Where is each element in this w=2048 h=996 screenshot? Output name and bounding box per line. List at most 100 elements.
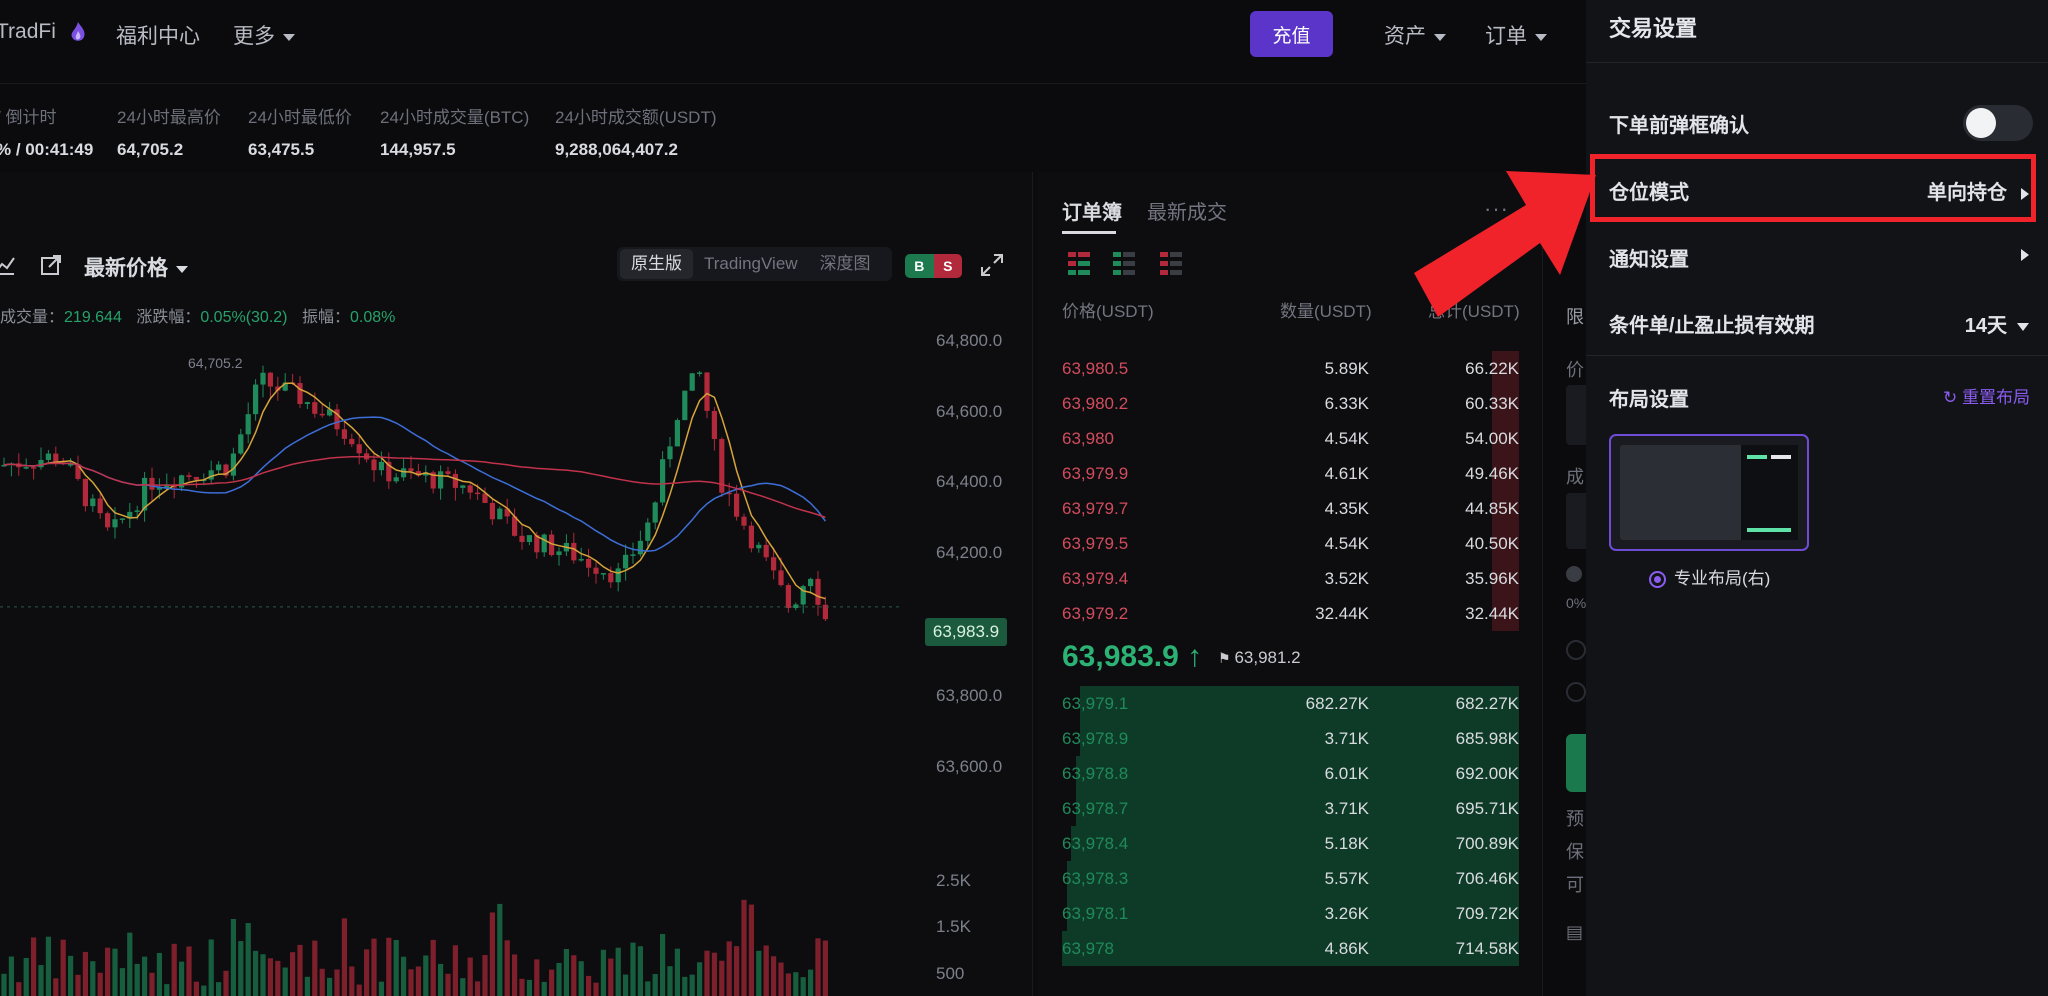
calculator-icon[interactable]: ▤ xyxy=(1566,922,1583,943)
orderbook-bids-view-icon[interactable] xyxy=(1113,252,1135,276)
tab-orderbook[interactable]: 订单簿 xyxy=(1062,196,1122,225)
layout-preview-line xyxy=(1747,455,1767,459)
layout-settings-label: 布局设置 xyxy=(1609,389,1689,411)
nav-assets[interactable]: 资产 xyxy=(1384,20,1446,50)
deposit-button[interactable]: 充值 xyxy=(1250,11,1333,57)
bid-row[interactable]: 63,978 4.86K 714.58K xyxy=(1062,931,1519,966)
ask-row[interactable]: 63,980.5 5.89K 66.22K xyxy=(1062,351,1519,386)
volume-bar xyxy=(726,941,732,996)
mid-price[interactable]: 63,983.9 ↑ xyxy=(1062,640,1202,674)
volume-bar xyxy=(704,950,710,996)
divider xyxy=(1586,62,2048,63)
volume-bar xyxy=(815,938,821,996)
slider-handle[interactable] xyxy=(1566,566,1582,582)
row-price: 63,979.5 xyxy=(1062,534,1129,553)
stat-label: / 倒计时 xyxy=(0,108,57,127)
order-validity-row[interactable]: 条件单/止盈止损有效期 14天 xyxy=(1609,309,2029,338)
nav-assets-label: 资产 xyxy=(1384,25,1426,48)
candle-body xyxy=(645,522,651,541)
slider-percent: 0% xyxy=(1566,595,1587,611)
candle-body xyxy=(748,525,754,549)
candle-body xyxy=(31,467,37,469)
bid-row[interactable]: 63,978.3 5.57K 706.46K xyxy=(1062,861,1519,896)
bid-row[interactable]: 63,978.7 3.71K 695.71K xyxy=(1062,791,1519,826)
candle-body xyxy=(600,573,606,575)
ask-row[interactable]: 63,979.5 4.54K 40.50K xyxy=(1062,526,1519,561)
volume-bar xyxy=(112,948,118,996)
candle-body xyxy=(312,402,318,414)
bid-row[interactable]: 63,979.1 682.27K 682.27K xyxy=(1062,686,1519,721)
row-quantity: 6.01K xyxy=(1324,764,1369,783)
volume-bar xyxy=(327,977,333,996)
candle-body xyxy=(608,573,614,583)
ask-row[interactable]: 63,979.9 4.61K 49.46K xyxy=(1062,456,1519,491)
volume-bar xyxy=(53,978,59,996)
nav-orders[interactable]: 订单 xyxy=(1485,20,1547,50)
bid-row[interactable]: 63,978.8 6.01K 692.00K xyxy=(1062,756,1519,791)
ask-row[interactable]: 63,979.7 4.35K 44.85K xyxy=(1062,491,1519,526)
candlestick-chart[interactable] xyxy=(0,330,900,996)
flame-icon xyxy=(71,22,85,42)
bid-row[interactable]: 63,978.4 5.18K 700.89K xyxy=(1062,826,1519,861)
mark-price: ⚑ 63,981.2 xyxy=(1218,648,1301,668)
candle-body xyxy=(97,498,103,514)
volume-tick: 1.5K xyxy=(936,917,971,936)
y-tick: 64,600.0 xyxy=(936,402,1003,421)
candle-body xyxy=(571,542,577,561)
view-native[interactable]: 原生版 xyxy=(620,249,693,279)
candle-body xyxy=(45,453,51,460)
ask-row[interactable]: 63,980 4.54K 54.00K xyxy=(1062,421,1519,456)
radio-selected-icon[interactable] xyxy=(1649,571,1666,589)
volume-bar xyxy=(97,972,103,996)
external-link-icon[interactable] xyxy=(40,254,62,276)
stat-24h-volume-btc: 24小时成交量(BTC) 144,957.5 xyxy=(380,103,529,160)
buy-sell-marker-toggle[interactable]: B S xyxy=(905,254,962,278)
layout-option-pro-right[interactable]: 专业布局(右) xyxy=(1649,564,1770,589)
checkbox-1[interactable] xyxy=(1566,640,1586,660)
orderbook-asks-view-icon[interactable] xyxy=(1160,252,1182,276)
price-input-edge[interactable] xyxy=(1566,385,1586,445)
ask-row[interactable]: 63,980.2 6.33K 60.33K xyxy=(1062,386,1519,421)
price-type-dropdown[interactable]: 最新价格 xyxy=(84,252,188,282)
nav-more[interactable]: 更多 xyxy=(233,20,295,50)
y-tick: 64,800.0 xyxy=(936,331,1003,350)
orderbook-both-view-icon[interactable] xyxy=(1068,252,1090,276)
row-total: 32.44K xyxy=(1465,604,1519,623)
bid-row[interactable]: 63,978.1 3.26K 709.72K xyxy=(1062,896,1519,931)
qty-input-edge[interactable] xyxy=(1566,493,1586,549)
reset-layout-link[interactable]: ↻ 重置布局 xyxy=(1943,383,2030,408)
row-price: 63,978.3 xyxy=(1062,869,1129,888)
ask-row[interactable]: 63,979.2 32.44K 32.44K xyxy=(1062,596,1519,631)
candle-body xyxy=(193,476,199,480)
fullscreen-icon[interactable] xyxy=(980,253,1004,277)
view-depth[interactable]: 深度图 xyxy=(809,249,882,279)
ask-row[interactable]: 63,979.4 3.52K 35.96K xyxy=(1062,561,1519,596)
candle-body xyxy=(674,420,680,447)
buy-button-edge[interactable] xyxy=(1566,734,1586,792)
volume-bar xyxy=(674,948,680,996)
estimate-label: 预 xyxy=(1566,809,1584,829)
candle-body xyxy=(23,467,29,469)
candle-body xyxy=(697,372,703,374)
row-quantity: 5.57K xyxy=(1324,869,1369,888)
row-price: 63,980.5 xyxy=(1062,359,1129,378)
tab-latest-trades[interactable]: 最新成交 xyxy=(1147,196,1227,225)
indicator-icon[interactable] xyxy=(0,254,16,276)
volume-bar xyxy=(549,969,555,996)
depth-bar xyxy=(1071,826,1519,861)
bid-row[interactable]: 63,978.9 3.71K 685.98K xyxy=(1062,721,1519,756)
refresh-icon: ↻ xyxy=(1943,388,1962,407)
mark-price-value: 63,981.2 xyxy=(1234,648,1301,667)
notification-settings-row[interactable]: 通知设置 xyxy=(1609,243,2029,272)
row-quantity: 4.61K xyxy=(1324,464,1369,483)
trade-settings-panel: 交易设置 下单前弹框确认 仓位模式 单向持仓 通知设置 条件单/止盈止损有效期 … xyxy=(1586,0,2048,996)
brand-tradfi[interactable]: TradFi xyxy=(0,20,88,44)
confirm-before-order-toggle[interactable] xyxy=(1963,105,2033,141)
row-total: 692.00K xyxy=(1455,764,1519,783)
order-validity-value[interactable]: 14天 xyxy=(1965,309,2029,338)
checkbox-2[interactable] xyxy=(1566,682,1586,702)
layout-option-card-pro-right[interactable] xyxy=(1609,434,1809,551)
view-tradingview[interactable]: TradingView xyxy=(693,249,809,279)
volume-bar xyxy=(341,918,347,996)
nav-welfare-center[interactable]: 福利中心 xyxy=(116,20,200,50)
